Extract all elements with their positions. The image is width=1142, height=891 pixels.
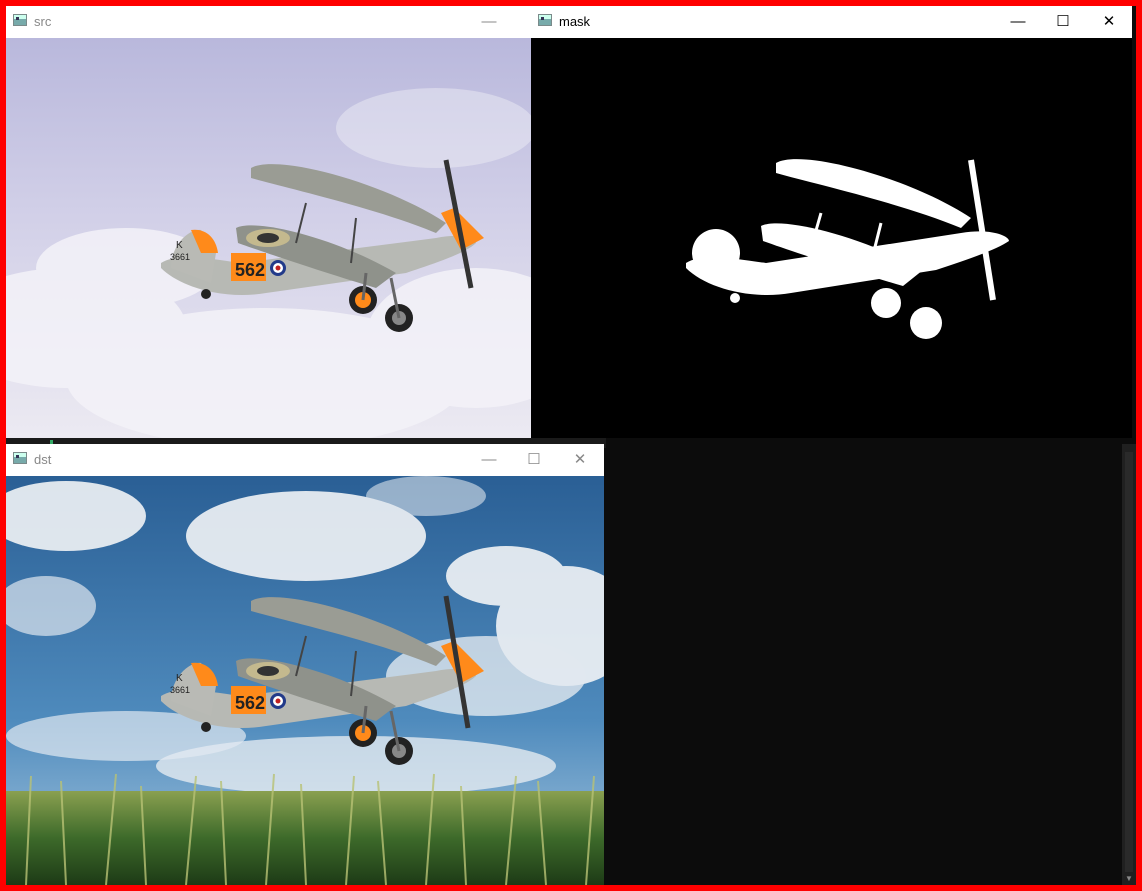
app-icon [13, 14, 27, 26]
minimize-button[interactable]: — [466, 444, 512, 475]
console-scrollbar[interactable]: ▼ [1122, 444, 1136, 885]
tail-letter: K [176, 240, 183, 251]
app-icon [538, 14, 552, 26]
scrollbar-thumb[interactable] [1125, 452, 1133, 872]
close-button[interactable]: ✕ [1086, 6, 1132, 37]
window-title: mask [559, 14, 591, 29]
mask-image [531, 38, 1132, 438]
fuselage-number: 562 [235, 260, 265, 280]
minimize-button[interactable]: — [466, 6, 512, 37]
window-title: src [34, 14, 52, 29]
dst-image: 562 K 3661 [6, 476, 604, 885]
src-window: src — 562 K 3661 [6, 6, 531, 438]
mask-window: mask — ☐ ✕ [531, 6, 1132, 438]
app-icon [13, 452, 27, 464]
window-title: dst [34, 452, 52, 467]
fuselage-number: 562 [235, 693, 265, 713]
maximize-button[interactable]: ☐ [1040, 6, 1086, 37]
mask-titlebar[interactable]: mask — ☐ ✕ [531, 6, 1132, 37]
src-image: 562 K 3661 [6, 38, 531, 438]
dst-window: dst — ☐ ✕ 562 K 3661 [6, 444, 604, 885]
desktop-area: ▼ src — 562 K 3661 mask — ☐ ✕ dst — ☐ ✕ … [6, 6, 1136, 885]
maximize-button[interactable]: ☐ [511, 444, 557, 475]
dst-titlebar[interactable]: dst — ☐ ✕ [6, 444, 604, 475]
scroll-down-icon[interactable]: ▼ [1125, 875, 1133, 883]
tail-serial: 3661 [170, 685, 190, 695]
close-button[interactable]: ✕ [557, 444, 603, 475]
tail-letter: K [176, 673, 183, 684]
src-titlebar[interactable]: src — [6, 6, 531, 37]
tail-serial: 3661 [170, 252, 190, 262]
minimize-button[interactable]: — [995, 6, 1041, 37]
